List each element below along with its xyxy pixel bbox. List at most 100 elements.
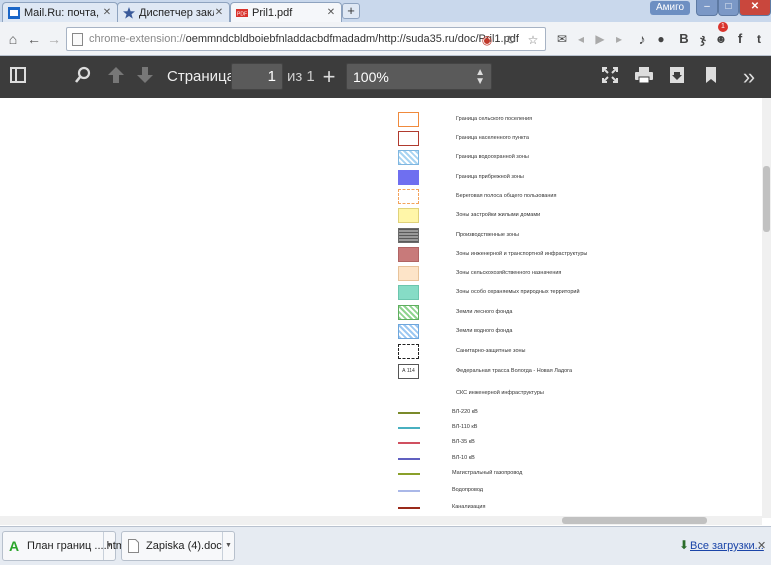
address-bar[interactable]: chrome-extension://oemmndcbldboiebfnladd…: [66, 27, 546, 51]
pdf-document: Граница сельского поселения Граница насел…: [0, 98, 771, 526]
print-icon[interactable]: [633, 66, 655, 88]
legend-label: Береговая полоса общего пользования: [456, 193, 557, 199]
tab-pdf[interactable]: PDF Pril1.pdf ✕: [230, 2, 342, 22]
close-tab-icon[interactable]: ✕: [214, 7, 224, 18]
legend-label: Зоны застройки жилыми домами: [456, 212, 541, 218]
tab-bookmarks[interactable]: Диспетчер закладок ✕: [117, 2, 230, 22]
road-sign-text: А 114: [402, 368, 415, 374]
prev-page-icon[interactable]: [105, 66, 127, 88]
legend-label: ВЛ-10 кВ: [452, 455, 475, 461]
chevron-down-icon[interactable]: ▼: [103, 532, 115, 560]
chat-icon[interactable]: ●: [652, 30, 670, 48]
close-icon[interactable]: ✕: [757, 539, 766, 552]
legend-swatch: [398, 170, 419, 185]
page-label: Страница:: [167, 68, 240, 85]
close-window-button[interactable]: ✕: [739, 0, 771, 16]
legend-label: ВЛ-220 кВ: [452, 409, 478, 415]
legend-label: ВЛ-35 кВ: [452, 439, 475, 445]
maximize-button[interactable]: □: [718, 0, 739, 16]
new-tab-button[interactable]: +: [342, 3, 360, 19]
ok-icon[interactable]: ჯ: [694, 30, 712, 48]
legend-label: Зоны инженерной и транспортной инфрастру…: [456, 251, 588, 257]
legend-label: Водопровод: [452, 487, 483, 493]
legend-line-swatch: [398, 427, 420, 429]
more-tools-icon[interactable]: »: [736, 66, 762, 88]
chevron-down-icon[interactable]: ▼: [222, 532, 234, 560]
vk-icon[interactable]: B: [675, 30, 693, 48]
tab-title: Mail.Ru: почта, поиск: [24, 6, 102, 19]
twitter-icon[interactable]: t: [750, 30, 768, 48]
legend-label: ВЛ-110 кВ: [452, 424, 478, 430]
legend-label: Граница населенного пункта: [456, 135, 529, 141]
legend-label: СКС инженерной инфраструктуры: [456, 390, 544, 396]
zoom-value: 100%: [353, 69, 389, 85]
legend-label: Магистральный газопровод: [452, 470, 523, 476]
next-track-icon[interactable]: ▸: [610, 30, 628, 48]
reload-icon[interactable]: ↻: [503, 32, 519, 48]
tab-mailru[interactable]: Mail.Ru: почта, поиск ✕: [2, 2, 118, 22]
mail-icon[interactable]: ✉: [553, 30, 571, 48]
legend-label: Производственные зоны: [456, 232, 519, 238]
download-arrow-icon: ⬇: [679, 538, 690, 552]
prev-track-icon[interactable]: ◂: [572, 30, 590, 48]
legend-swatch: [398, 344, 419, 359]
forward-icon[interactable]: →: [44, 29, 64, 49]
tab-title: Диспетчер закладок: [139, 6, 214, 19]
page-total: из 1: [287, 68, 315, 85]
notification-badge: 1: [718, 22, 728, 32]
music-icon[interactable]: ♪: [633, 30, 651, 48]
legend-label: Граница прибрежной зоны: [456, 174, 524, 180]
facebook-icon[interactable]: f: [731, 30, 749, 48]
bookmark-star-icon[interactable]: ☆: [525, 32, 541, 48]
downloads-bar: A План границ ....htm ▼ Zapiska (4).doc …: [0, 526, 771, 565]
legend-label: Граница сельского поселения: [456, 116, 533, 122]
legend-line-swatch: [398, 442, 420, 444]
mailru-icon: [8, 6, 20, 19]
legend-swatch: [398, 247, 419, 262]
legend-swatch: [398, 131, 419, 146]
legend-label: Граница водоохранной зоны: [456, 154, 529, 160]
bookmark-icon[interactable]: [700, 66, 722, 88]
close-tab-icon[interactable]: ✕: [326, 7, 336, 18]
legend-swatch: А 114: [398, 364, 419, 379]
download-icon[interactable]: [666, 66, 688, 88]
search-extension-icon[interactable]: ◉: [479, 32, 495, 48]
legend-label: Зоны особо охраняемых природных территор…: [456, 289, 580, 295]
download-name: Zapiska (4).doc: [146, 540, 222, 552]
legend-swatch: [398, 112, 419, 127]
legend-swatch: [398, 189, 419, 204]
zoom-select[interactable]: 100% ▲ ▼: [346, 63, 492, 90]
url-text[interactable]: chrome-extension://oemmndcbldboiebfnladd…: [89, 33, 519, 45]
pdf-file-icon: PDF: [236, 8, 248, 17]
tab-strip: Mail.Ru: почта, поиск ✕ Диспетчер заклад…: [0, 0, 771, 22]
play-icon[interactable]: ▶: [591, 30, 609, 48]
zoom-in-icon[interactable]: +: [318, 66, 340, 88]
next-page-icon[interactable]: [134, 66, 156, 88]
page-number-input[interactable]: 1: [231, 63, 283, 90]
browser-toolbar: ⌂ ← → chrome-extension://oemmndcbldboieb…: [0, 22, 771, 56]
profile-badge[interactable]: Амиго: [650, 1, 691, 15]
legend-swatch: [398, 285, 419, 300]
legend-swatch: [398, 150, 419, 165]
legend-label: Санитарно-защитные зоны: [456, 348, 526, 354]
fullscreen-icon[interactable]: [599, 66, 621, 88]
download-item[interactable]: A План границ ....htm ▼: [2, 531, 125, 561]
friends-icon[interactable]: ☻: [712, 30, 730, 48]
legend-swatch: [398, 208, 419, 223]
legend-swatch: [398, 266, 419, 281]
home-icon[interactable]: ⌂: [3, 29, 23, 49]
svg-text:PDF: PDF: [237, 11, 247, 17]
vertical-scroll-thumb[interactable]: [763, 166, 770, 232]
back-icon[interactable]: ←: [24, 29, 44, 49]
legend-line-swatch: [398, 458, 420, 460]
minimize-button[interactable]: ‒: [696, 0, 718, 16]
legend-line-swatch: [398, 507, 420, 509]
all-downloads-link[interactable]: Все загрузки...: [690, 540, 764, 552]
close-tab-icon[interactable]: ✕: [102, 7, 112, 18]
sidebar-toggle-icon[interactable]: [8, 66, 28, 88]
download-item[interactable]: Zapiska (4).doc ▼: [121, 531, 235, 561]
pdf-toolbar: Страница: 1 из 1 + 100% ▲ ▼ »: [0, 56, 771, 98]
search-icon[interactable]: [72, 66, 94, 88]
vertical-scrollbar[interactable]: [762, 98, 771, 518]
horizontal-scroll-thumb[interactable]: [562, 517, 707, 524]
